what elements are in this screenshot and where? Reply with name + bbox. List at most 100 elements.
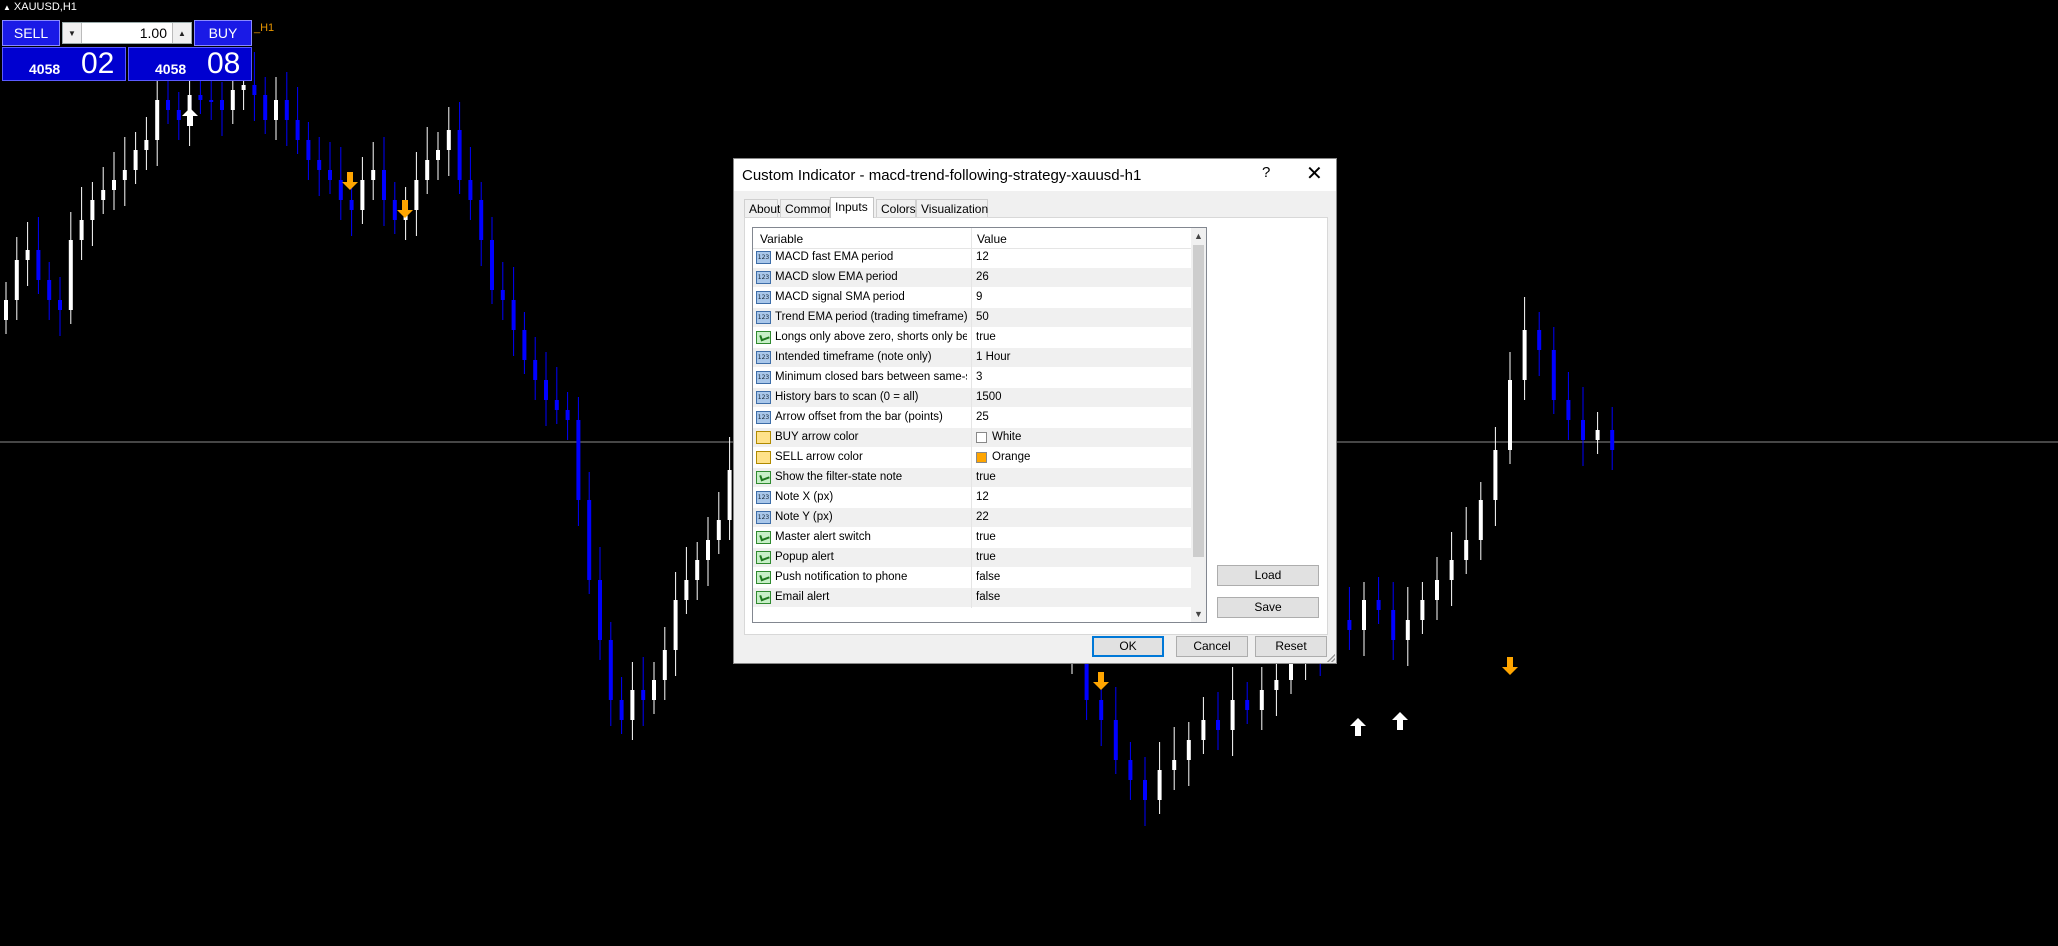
- lot-decrease-icon[interactable]: ▼: [63, 23, 82, 43]
- candle-body: [25, 250, 30, 260]
- input-row[interactable]: 123 Minimum closed bars between same-si..…: [753, 368, 1191, 388]
- candle-body: [263, 95, 268, 120]
- candle-body: [1274, 680, 1279, 690]
- input-value[interactable]: 12: [976, 491, 989, 503]
- sell-button[interactable]: SELL: [2, 20, 60, 46]
- color-swatch[interactable]: [976, 432, 987, 443]
- tab-about[interactable]: About: [744, 199, 780, 217]
- tab-colors[interactable]: Colors: [876, 199, 916, 217]
- ok-button[interactable]: OK: [1092, 636, 1164, 657]
- input-value[interactable]: true: [976, 331, 996, 343]
- input-variable-name: Popup alert: [775, 551, 834, 563]
- candle-body: [101, 190, 106, 200]
- color-swatch[interactable]: [976, 452, 987, 463]
- tab-visualization[interactable]: Visualization: [916, 199, 988, 217]
- buy-price-prefix: 4058: [155, 61, 187, 77]
- input-value[interactable]: 25: [976, 411, 989, 423]
- input-value[interactable]: 1 Hour: [976, 351, 1011, 363]
- candle-body: [511, 300, 516, 330]
- candle-body: [14, 260, 19, 300]
- candle-body: [436, 150, 440, 160]
- sell-price-button[interactable]: 4058 02: [2, 47, 126, 81]
- input-value[interactable]: 22: [976, 511, 989, 523]
- input-value[interactable]: 26: [976, 271, 989, 283]
- tab-common[interactable]: Common: [780, 199, 834, 217]
- input-row[interactable]: 123 MACD slow EMA period 26: [753, 268, 1191, 288]
- integer-type-icon: 123: [756, 351, 771, 364]
- input-value[interactable]: false: [976, 591, 1000, 603]
- buy-price-button[interactable]: 4058 08: [128, 47, 252, 81]
- scroll-thumb[interactable]: [1193, 245, 1204, 557]
- scroll-down-icon[interactable]: ▼: [1191, 606, 1206, 622]
- input-value[interactable]: true: [976, 551, 996, 563]
- input-row[interactable]: 123 Arrow offset from the bar (points) 25: [753, 408, 1191, 428]
- input-row[interactable]: SELL arrow color Orange: [753, 448, 1191, 468]
- candle-body: [1464, 540, 1469, 560]
- input-value[interactable]: 9: [976, 291, 982, 303]
- lot-increase-icon[interactable]: ▲: [172, 23, 191, 43]
- candle-body: [338, 180, 343, 200]
- input-value[interactable]: false: [976, 571, 1000, 583]
- input-value[interactable]: 1500: [976, 391, 1002, 403]
- candle-body: [252, 85, 257, 95]
- dialog-titlebar[interactable]: Custom Indicator - macd-trend-following-…: [734, 159, 1336, 191]
- save-button[interactable]: Save: [1217, 597, 1319, 618]
- candle-body: [468, 180, 473, 200]
- input-value[interactable]: 12: [976, 251, 989, 263]
- input-row[interactable]: 123 MACD fast EMA period 12: [753, 248, 1191, 268]
- input-row[interactable]: Master alert switch true: [753, 528, 1191, 548]
- candle-body: [1405, 620, 1410, 640]
- candle-body: [166, 100, 170, 110]
- input-value[interactable]: White: [992, 431, 1021, 443]
- lot-size-field[interactable]: ▼ 1.00 ▲: [62, 22, 192, 44]
- input-row[interactable]: 123 MACD signal SMA period 9: [753, 288, 1191, 308]
- input-value[interactable]: 50: [976, 311, 989, 323]
- cancel-button[interactable]: Cancel: [1176, 636, 1248, 657]
- input-value[interactable]: true: [976, 531, 996, 543]
- input-value[interactable]: 3: [976, 371, 982, 383]
- candle-body: [1449, 560, 1454, 580]
- input-variable-name: Minimum closed bars between same-si...: [775, 371, 967, 383]
- candle-body: [274, 100, 278, 120]
- tab-inputs[interactable]: Inputs: [830, 197, 874, 218]
- column-header-value[interactable]: Value: [977, 232, 1007, 246]
- boolean-type-icon: [756, 551, 771, 564]
- input-row[interactable]: 123 Trend EMA period (trading timeframe) 5…: [753, 308, 1191, 328]
- reset-button[interactable]: Reset: [1255, 636, 1327, 657]
- input-row[interactable]: 123 Note Y (px) 22: [753, 508, 1191, 528]
- input-variable-name: Master alert switch: [775, 531, 871, 543]
- input-value[interactable]: Orange: [992, 451, 1030, 463]
- input-value[interactable]: true: [976, 471, 996, 483]
- integer-type-icon: 123: [756, 271, 771, 284]
- candle-body: [220, 100, 224, 110]
- candle-body: [457, 130, 462, 180]
- help-icon[interactable]: ?: [1262, 164, 1270, 181]
- candle-body: [684, 580, 689, 600]
- resize-grip-icon[interactable]: [1327, 654, 1335, 662]
- input-row[interactable]: Push notification to phone false: [753, 568, 1191, 588]
- input-row[interactable]: Email alert false: [753, 588, 1191, 608]
- input-row[interactable]: BUY arrow color White: [753, 428, 1191, 448]
- input-row[interactable]: 123 History bars to scan (0 = all) 1500: [753, 388, 1191, 408]
- scroll-up-icon[interactable]: ▲: [1191, 228, 1206, 244]
- candle-body: [306, 140, 311, 160]
- lot-size-value[interactable]: 1.00: [140, 25, 167, 41]
- collapse-triangle-icon[interactable]: ▲: [3, 3, 11, 12]
- candle-body: [425, 160, 430, 180]
- integer-type-icon: 123: [756, 511, 771, 524]
- grid-scrollbar[interactable]: ▲ ▼: [1191, 228, 1206, 622]
- load-button[interactable]: Load: [1217, 565, 1319, 586]
- input-row[interactable]: Show the filter-state note true: [753, 468, 1191, 488]
- buy-button[interactable]: BUY: [194, 20, 252, 46]
- column-header-variable[interactable]: Variable: [760, 232, 803, 246]
- candle-body: [1435, 580, 1439, 600]
- input-row[interactable]: 123 Intended timeframe (note only) 1 Hour: [753, 348, 1191, 368]
- input-row[interactable]: Popup alert true: [753, 548, 1191, 568]
- candle-body: [479, 200, 484, 240]
- candle-body: [1172, 760, 1177, 770]
- input-row[interactable]: 123 Note X (px) 12: [753, 488, 1191, 508]
- close-icon[interactable]: ✕: [1306, 161, 1323, 186]
- input-row[interactable]: Longs only above zero, shorts only be...…: [753, 328, 1191, 348]
- sell-arrow-icon: [342, 172, 358, 190]
- input-variable-name: Email alert: [775, 591, 830, 603]
